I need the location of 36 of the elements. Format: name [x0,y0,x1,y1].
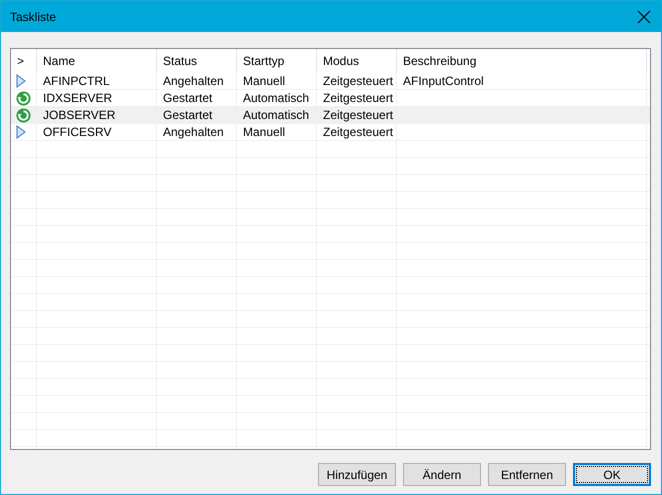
table-cell: Manuell [237,73,317,89]
table-cell: Zeitgesteuert [317,73,397,89]
dialog-button[interactable]: Entfernen [488,463,566,486]
play-icon [16,125,26,139]
table-cell: AFINPCTRL [37,73,157,89]
table-cell: AFInputControl [397,73,647,89]
column-header[interactable]: Starttyp [237,49,317,73]
dialog-button[interactable]: OK [573,463,651,486]
column-header[interactable]: > [11,49,37,73]
table-cell: Automatisch [237,107,317,123]
close-icon[interactable] [637,10,651,24]
table-cell: IDXSERVER [37,90,157,106]
refresh-icon [16,90,31,106]
table-cell: OFFICESRV [37,124,157,140]
table-cell: Angehalten [157,73,237,89]
dialog-button[interactable]: Ändern [403,463,481,486]
window-title: Taskliste [10,10,56,24]
column-header[interactable]: Modus [317,49,397,73]
table-cell: JOBSERVER [37,107,157,123]
table-row[interactable]: AFINPCTRL Angehalten Manuell Zeitgesteuert AFInputControl [11,73,650,90]
table-cell: Manuell [237,124,317,140]
table-cell: Gestartet [157,90,237,106]
column-header[interactable]: Status [157,49,237,73]
table-cell: Gestartet [157,107,237,123]
table-cell: Zeitgesteuert [317,124,397,140]
column-header[interactable]: Beschreibung [397,49,647,73]
play-icon [16,74,26,88]
table-cell: Automatisch [237,90,317,106]
table-cell: Zeitgesteuert [317,90,397,106]
column-header[interactable]: Name [37,49,157,73]
table-row[interactable]: OFFICESRV Angehalten Manuell Zeitgesteuert [11,124,650,141]
table-cell: Angehalten [157,124,237,140]
dialog-button[interactable]: Hinzufügen [318,463,396,486]
table-row[interactable]: JOBSERVER Gestartet Automatisch Zeitgesteuert [11,107,650,124]
table-cell: Zeitgesteuert [317,107,397,123]
refresh-icon [16,108,31,122]
